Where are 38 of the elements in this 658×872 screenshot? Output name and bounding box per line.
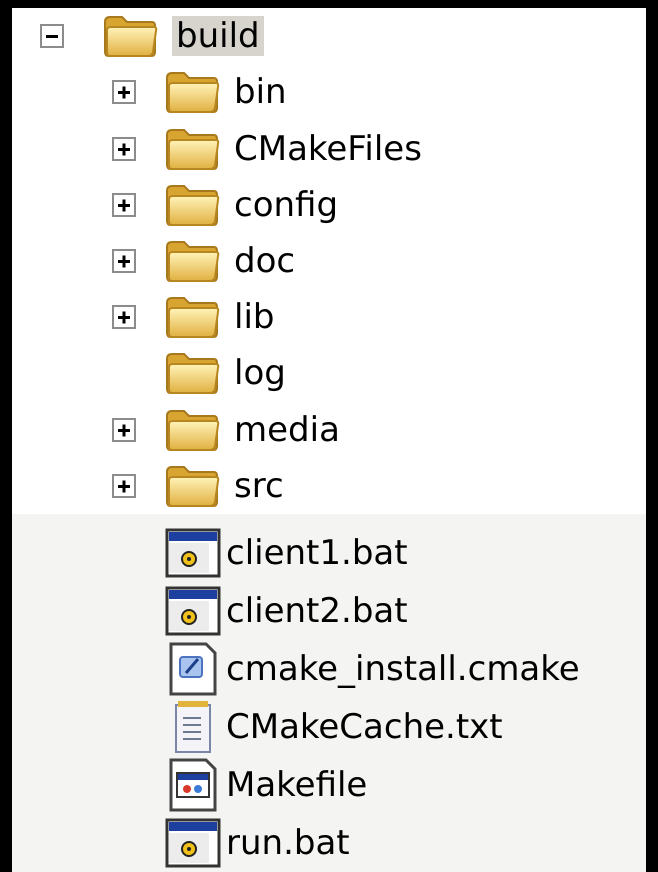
item-label[interactable]: CMakeFiles bbox=[230, 128, 426, 169]
expand-icon[interactable] bbox=[112, 305, 136, 330]
item-label[interactable]: CMakeCache.txt bbox=[222, 702, 507, 752]
item-label[interactable]: bin bbox=[230, 72, 291, 112]
item-label[interactable]: client2.bat bbox=[222, 586, 412, 636]
folder-icon bbox=[164, 464, 220, 508]
folder-icon bbox=[164, 182, 220, 227]
batch-file-icon bbox=[165, 586, 221, 636]
item-label[interactable]: cmake_install.cmake bbox=[222, 644, 584, 694]
item-label[interactable]: src bbox=[230, 466, 288, 506]
folder-icon bbox=[164, 126, 220, 171]
item-label[interactable]: lib bbox=[230, 297, 278, 338]
item-label[interactable]: run.bat bbox=[222, 818, 354, 868]
folder-icon bbox=[102, 14, 158, 58]
item-label[interactable]: build bbox=[172, 16, 264, 56]
folder-icon bbox=[164, 70, 220, 114]
folder-icon bbox=[164, 238, 220, 283]
item-label[interactable]: client1.bat bbox=[222, 528, 412, 578]
collapse-icon[interactable] bbox=[40, 24, 64, 48]
text-file-icon bbox=[173, 698, 213, 755]
item-label[interactable]: doc bbox=[230, 240, 300, 281]
expand-icon[interactable] bbox=[112, 248, 136, 273]
item-label[interactable]: Makefile bbox=[222, 760, 372, 810]
folder-icon bbox=[164, 295, 220, 340]
window-file-icon bbox=[168, 756, 218, 813]
batch-file-icon bbox=[165, 528, 221, 578]
batch-file-icon bbox=[165, 818, 221, 868]
folder-icon bbox=[164, 351, 220, 396]
expand-icon[interactable] bbox=[112, 136, 136, 161]
expand-icon[interactable] bbox=[112, 474, 136, 498]
item-label[interactable]: log bbox=[230, 353, 290, 394]
expand-icon[interactable] bbox=[112, 192, 136, 217]
item-label[interactable]: config bbox=[230, 184, 342, 225]
item-label[interactable]: media bbox=[230, 410, 344, 450]
folder-icon bbox=[164, 408, 220, 452]
expand-icon[interactable] bbox=[112, 418, 136, 442]
expand-icon[interactable] bbox=[112, 80, 136, 104]
script-file-icon bbox=[168, 640, 218, 697]
